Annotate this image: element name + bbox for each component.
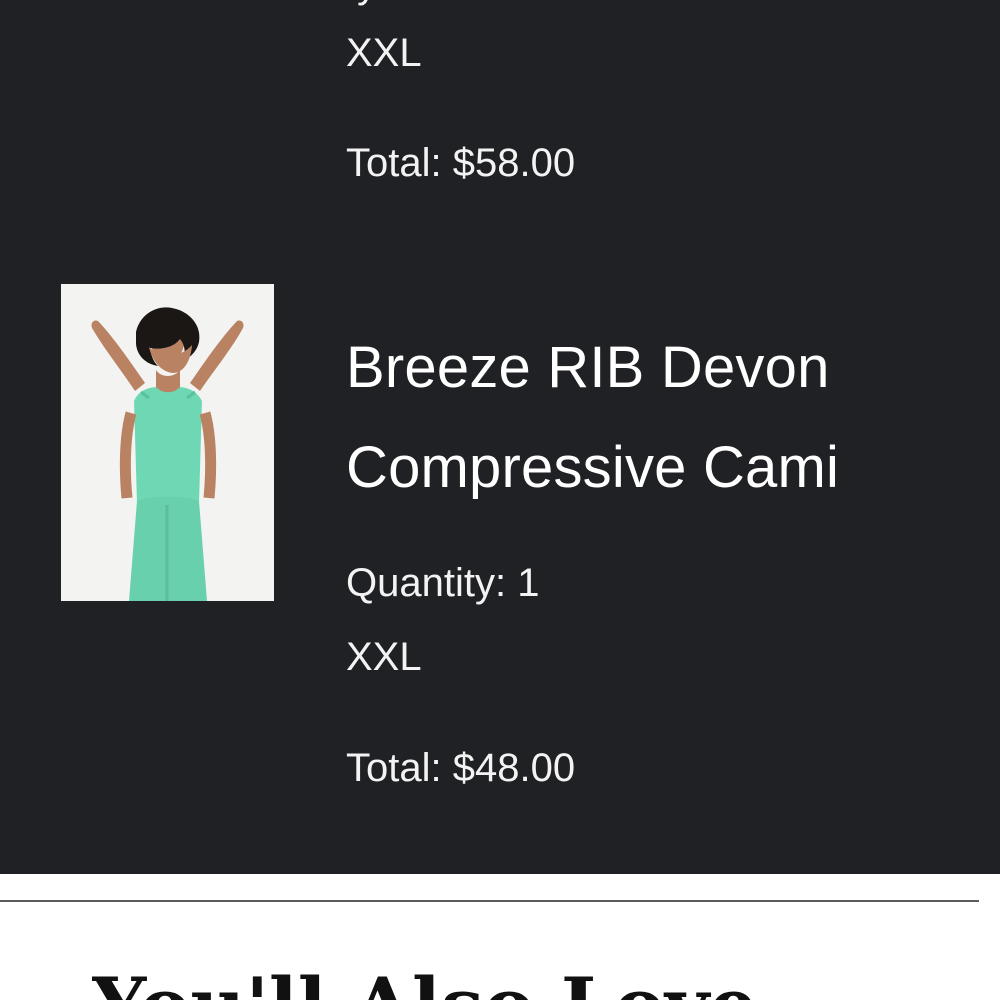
previous-item-partial-text: ty bbox=[346, 0, 426, 6]
previous-item-size: XXL bbox=[346, 31, 422, 75]
order-summary-panel: ty XXL Total: $58.00 Breeze RIB Devon Co… bbox=[0, 0, 1000, 874]
previous-item-total: Total: $58.00 bbox=[346, 141, 576, 185]
product-title-line-2: Compressive Cami bbox=[346, 435, 840, 500]
product-quantity: Quantity: 1 bbox=[346, 561, 540, 605]
product-total: Total: $48.00 bbox=[346, 746, 576, 790]
recommendations-heading: You'll Also Love bbox=[92, 968, 952, 1000]
product-size: XXL bbox=[346, 635, 422, 679]
section-divider bbox=[0, 900, 979, 902]
product-photo-icon bbox=[61, 284, 274, 601]
product-image bbox=[61, 284, 274, 601]
product-title-line-1: Breeze RIB Devon bbox=[346, 335, 830, 400]
product-title: Breeze RIB Devon Compressive Cami bbox=[346, 318, 946, 518]
